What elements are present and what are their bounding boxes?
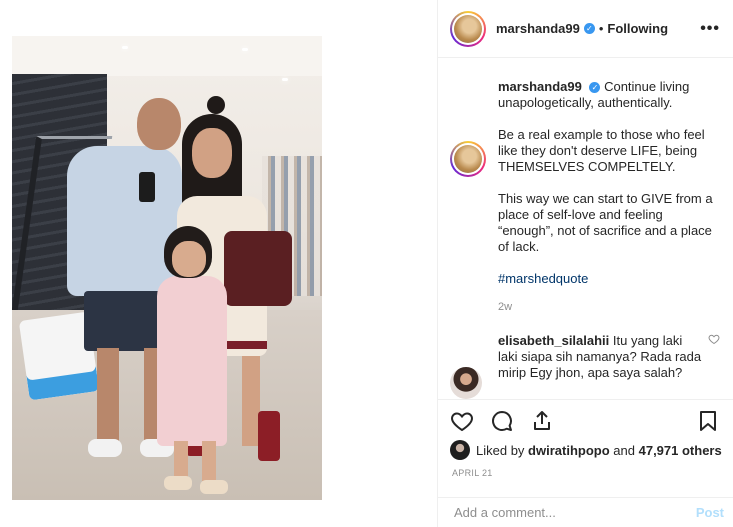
verified-badge-icon: ✓	[589, 82, 601, 94]
caption-avatar-image	[454, 145, 482, 173]
photo-girl-shoe	[164, 476, 192, 490]
caption-text: marshanda99 ✓ Continue living unapologet…	[498, 79, 720, 315]
photo-ceiling	[12, 36, 322, 76]
add-comment-input[interactable]	[452, 504, 696, 521]
heart-icon[interactable]	[450, 409, 474, 433]
photo-girl-face	[172, 241, 206, 277]
post-actions-bar	[438, 399, 733, 441]
bookmark-icon[interactable]	[696, 409, 720, 433]
photo-woman-handbag	[224, 231, 292, 306]
photo-woman-face	[192, 128, 232, 178]
post-photo[interactable]	[12, 36, 322, 500]
photo-man-shoe	[88, 439, 122, 457]
caption-avatar-col	[450, 79, 486, 315]
post-comment-button[interactable]: Post	[696, 505, 724, 520]
comments-list[interactable]: marshanda99 ✓ Continue living unapologet…	[438, 59, 733, 399]
comment-row: elisabeth_silalahii Itu yang laki laki s…	[438, 333, 733, 399]
photo-girl-leg	[174, 441, 188, 481]
post-sidebar: marshanda99 ✓ • Following ••• marshanda9…	[437, 0, 733, 527]
photo-woman-boot	[258, 411, 280, 461]
comment-like-heart-icon[interactable]	[708, 333, 720, 399]
verified-badge-icon: ✓	[583, 23, 595, 34]
likes-prefix: Liked by	[476, 442, 525, 458]
caption-paragraph-2: Be a real example to those who feel like…	[498, 127, 705, 174]
add-comment-bar: Post	[438, 497, 733, 527]
photo-phone	[139, 172, 155, 202]
photo-man	[67, 146, 182, 296]
hashtag-link[interactable]: #marshedquote	[498, 271, 588, 286]
avatar-inner	[452, 143, 484, 175]
photo-light	[282, 78, 288, 81]
commenter-username[interactable]: elisabeth_silalahii	[498, 333, 609, 348]
caption-author-avatar[interactable]	[450, 141, 486, 177]
post-date[interactable]: APRIL 21	[452, 468, 493, 478]
likes-and: and	[613, 442, 635, 458]
photo-woman-bun	[207, 96, 225, 114]
photo-girl-shoe	[200, 480, 228, 494]
comment-text: elisabeth_silalahii Itu yang laki laki s…	[498, 333, 702, 399]
following-button[interactable]: Following	[607, 21, 668, 36]
caption-age[interactable]: 2w	[498, 299, 720, 315]
comment-icon[interactable]	[490, 409, 514, 433]
photo-light	[242, 48, 248, 51]
commenter-avatar[interactable]	[450, 367, 482, 399]
separator-dot: •	[598, 21, 604, 36]
photo-girl	[157, 276, 227, 446]
comment-avatar-col	[450, 333, 486, 399]
liker-username[interactable]: dwiratihpopo	[528, 443, 610, 458]
share-icon[interactable]	[530, 409, 554, 433]
post-media-pane	[0, 0, 437, 527]
caption-paragraph-3: This way we can start to GIVE from a pla…	[498, 191, 713, 254]
more-options-icon[interactable]: •••	[700, 20, 720, 38]
photo-light	[122, 46, 128, 49]
liker-avatar[interactable]	[450, 440, 470, 460]
author-avatar[interactable]	[450, 10, 486, 47]
author-username[interactable]: marshanda99	[496, 21, 580, 36]
caption-username[interactable]: marshanda99	[498, 79, 582, 94]
avatar-inner	[452, 12, 484, 45]
caption-paragraph-1: marshanda99 ✓ Continue living unapologet…	[498, 79, 720, 111]
post-header: marshanda99 ✓ • Following •••	[438, 0, 733, 58]
heart-outline-icon	[708, 334, 720, 345]
photo-man-head	[137, 98, 181, 150]
caption-hashtag-line: #marshedquote	[498, 271, 720, 287]
photo-man-leg	[97, 348, 119, 448]
author-avatar-image	[454, 14, 482, 43]
likes-count[interactable]: 47,971 others	[639, 443, 722, 458]
photo-girl-leg	[202, 441, 216, 481]
caption: marshanda99 ✓ Continue living unapologet…	[438, 79, 733, 315]
likes-summary: Liked by dwiratihpopo and 47,971 others	[450, 440, 722, 460]
